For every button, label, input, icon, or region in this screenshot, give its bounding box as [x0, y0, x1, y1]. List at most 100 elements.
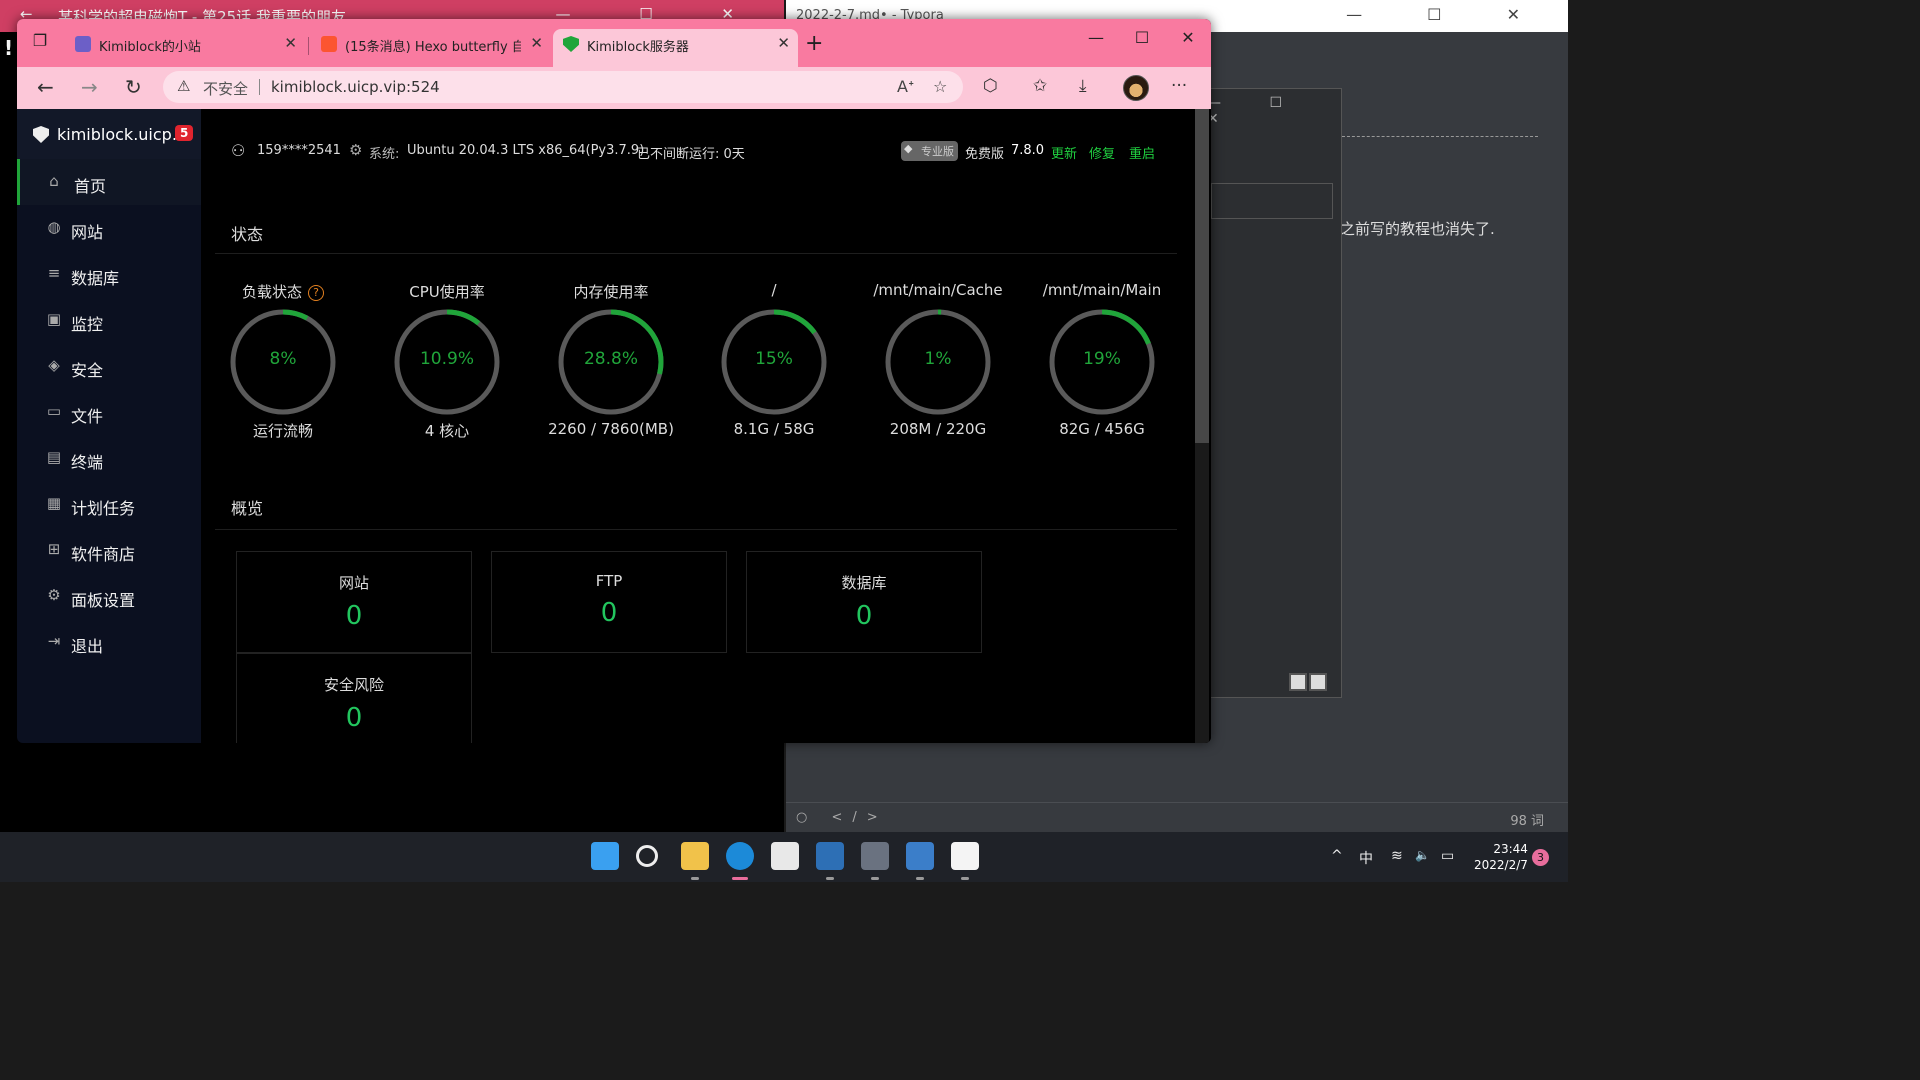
card-value[interactable]: 0	[747, 601, 981, 631]
user-account[interactable]: 159****2541	[257, 143, 341, 158]
clock[interactable]: 23:44 2022/2/7	[1474, 841, 1528, 873]
sidebar-item-home[interactable]: ⌂ 首页	[17, 159, 201, 205]
file-explorer-icon[interactable]	[681, 842, 709, 870]
read-aloud-icon[interactable]: Aᐩ	[897, 77, 914, 96]
document-text[interactable]: 之前写的教程也消失了.	[1340, 218, 1495, 239]
volume-icon[interactable]: 🔈	[1415, 848, 1430, 862]
gauge-label-text: 内存使用率	[573, 283, 649, 301]
minimize-button[interactable]: —	[1073, 19, 1119, 47]
ime-indicator[interactable]: 中	[1359, 848, 1373, 868]
sidebar-item-terminal[interactable]: ▤ 终端	[17, 435, 201, 481]
add-favorite-icon[interactable]: ☆	[933, 77, 947, 96]
gauge-label: CPU使用率	[377, 281, 517, 305]
dialog-input[interactable]	[1211, 183, 1333, 219]
back-button[interactable]: ←	[37, 75, 54, 99]
reload-button[interactable]: ↻	[125, 75, 142, 99]
overview-card-database[interactable]: 数据库 0	[746, 551, 982, 653]
server-info-bar: ⚇ 159****2541 ⚙ 系统: Ubuntu 20.04.3 LTS x…	[231, 141, 1171, 163]
sidebar-item-sites[interactable]: ◍ 网站	[17, 205, 201, 251]
sidebar-item-panel-settings[interactable]: ⚙ 面板设置	[17, 573, 201, 619]
typora-window-controls[interactable]: — ☐ ✕	[1346, 5, 1550, 24]
typora-icon[interactable]	[951, 842, 979, 870]
sidebar-item-database[interactable]: ≡ 数据库	[17, 251, 201, 297]
tab-kimiblock-site[interactable]: Kimiblock的小站 ✕	[65, 29, 305, 59]
notification-badge[interactable]: 5	[175, 125, 194, 141]
extensions-icon[interactable]: ⬡	[983, 76, 998, 96]
gauge-2[interactable]: 内存使用率 28.8% 2260 / 7860(MB)	[541, 281, 681, 438]
address-toolbar: ← → ↻ ⚠ 不安全 kimiblock.uicp.vip:524 Aᐩ ☆ …	[17, 67, 1211, 109]
gauge-5[interactable]: /mnt/main/Main 19% 82G / 456G	[1032, 281, 1172, 438]
tab-actions-icon[interactable]: ❐	[27, 31, 53, 57]
overview-card-sites[interactable]: 网站 0	[236, 551, 472, 653]
restart-link[interactable]: 重启	[1129, 143, 1155, 162]
close-icon[interactable]: ✕	[284, 34, 297, 52]
edge-icon[interactable]	[726, 842, 754, 870]
pro-edition-badge[interactable]: ◆ 专业版	[901, 141, 958, 161]
gauge-label-text: /mnt/main/Main	[1042, 281, 1162, 299]
url-text[interactable]: kimiblock.uicp.vip:524	[271, 78, 440, 96]
notification-count[interactable]: 3	[1532, 849, 1549, 866]
warning-icon[interactable]: ⚠	[177, 77, 190, 95]
maximize-button[interactable]: ☐	[1119, 19, 1165, 47]
gear-icon: ⚙	[47, 586, 61, 604]
forward-button[interactable]: →	[81, 75, 98, 99]
battery-icon[interactable]: ▭	[1441, 848, 1454, 864]
favorites-icon[interactable]: ✩	[1033, 76, 1047, 96]
sidebar-item-monitor[interactable]: ▣ 监控	[17, 297, 201, 343]
gauge-3[interactable]: / 15% 8.1G / 58G	[704, 281, 844, 438]
card-value[interactable]: 0	[492, 598, 726, 628]
tab-kimiblock-server[interactable]: Kimiblock服务器 ✕	[553, 29, 798, 67]
overview-card-security-risk[interactable]: 安全风险 0	[236, 653, 472, 743]
source-mode-toggle[interactable]: ○ </>	[796, 810, 888, 825]
word-count[interactable]: 98 词	[1510, 810, 1544, 829]
update-link[interactable]: 更新	[1051, 143, 1077, 162]
sidebar-item-logout[interactable]: ⇥ 退出	[17, 619, 201, 665]
close-icon[interactable]: ✕	[530, 34, 543, 52]
exclamation-icon: !	[4, 36, 14, 60]
settings-icon[interactable]	[861, 842, 889, 870]
divider	[215, 253, 1177, 254]
page-scrollbar[interactable]	[1195, 109, 1209, 743]
scrollbar-thumb[interactable]	[1195, 109, 1209, 443]
start-icon[interactable]	[591, 842, 619, 870]
system-icon: ⚙	[349, 141, 363, 159]
gauge-1[interactable]: CPU使用率 10.9% 4 核心	[377, 281, 517, 441]
dialog-controls[interactable]: — ☐ ✕	[1207, 95, 1327, 127]
tray-overflow-icon[interactable]: ^	[1331, 848, 1343, 864]
store-icon[interactable]	[771, 842, 799, 870]
grid-view-icon[interactable]	[1309, 673, 1327, 691]
address-bar[interactable]: ⚠ 不安全 kimiblock.uicp.vip:524 Aᐩ ☆	[163, 71, 963, 103]
monitor-app-icon[interactable]	[816, 842, 844, 870]
sidebar-item-security[interactable]: ◈ 安全	[17, 343, 201, 389]
shield-logo-icon	[33, 126, 49, 143]
close-icon[interactable]: ✕	[777, 34, 790, 52]
gauge-0[interactable]: 负载状态? 8% 运行流畅	[213, 281, 353, 441]
download-icon[interactable]: ⤓	[1079, 76, 1087, 96]
overview-card-ftp[interactable]: FTP 0	[491, 551, 727, 653]
sidebar-item-cron[interactable]: ▦ 计划任务	[17, 481, 201, 527]
more-menu-icon[interactable]: ···	[1171, 76, 1187, 96]
insecure-label[interactable]: 不安全	[203, 78, 248, 99]
list-view-icon[interactable]	[1289, 673, 1307, 691]
search-icon[interactable]	[636, 845, 658, 867]
sidebar-header[interactable]: kimiblock.uicp.... 5	[17, 109, 201, 159]
sidebar-item-app-store[interactable]: ⊞ 软件商店	[17, 527, 201, 573]
view-toggle[interactable]	[1287, 673, 1327, 695]
sidebar-item-label: 监控	[71, 315, 104, 334]
overview-section-title: 概览	[231, 499, 264, 518]
profile-avatar[interactable]	[1123, 75, 1149, 101]
sidebar-item-files[interactable]: ▭ 文件	[17, 389, 201, 435]
tab-hexo-butterfly[interactable]: (15条消息) Hexo butterfly 自定义 ✕	[311, 29, 551, 59]
horizontal-rule	[1342, 136, 1538, 137]
help-icon[interactable]: ?	[308, 285, 324, 301]
new-tab-button[interactable]: +	[805, 31, 823, 56]
wifi-icon[interactable]: ≋	[1391, 848, 1403, 864]
tab-title: Kimiblock服务器	[587, 40, 689, 55]
close-window-button[interactable]: ✕	[1165, 19, 1211, 47]
gauge-4[interactable]: /mnt/main/Cache 1% 208M / 220G	[868, 281, 1008, 438]
app-icon[interactable]	[906, 842, 934, 870]
card-value[interactable]: 0	[237, 601, 471, 631]
card-value[interactable]: 0	[237, 703, 471, 733]
repair-link[interactable]: 修复	[1089, 143, 1115, 162]
window-controls: — ☐ ✕	[1073, 19, 1211, 59]
